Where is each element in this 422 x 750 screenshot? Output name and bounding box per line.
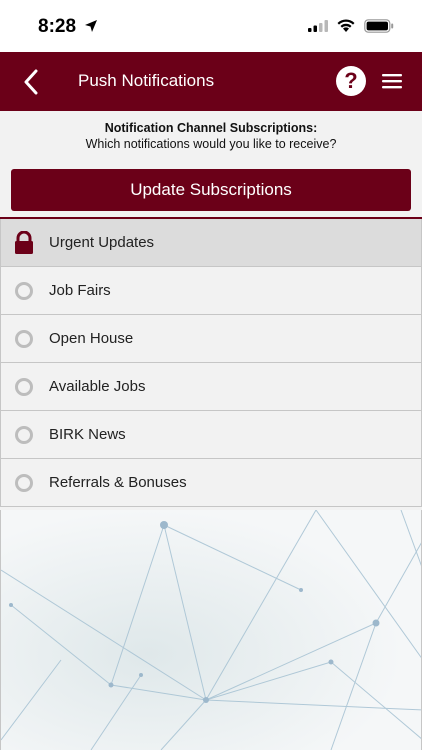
radio-icon[interactable] [12,279,36,303]
chevron-left-icon [24,69,38,95]
network-lines-decoration [1,510,421,750]
radio-icon[interactable] [12,375,36,399]
network-background-graphic [0,510,422,750]
list-item-label: Urgent Updates [49,234,155,251]
list-item-urgent-updates: Urgent Updates [0,219,422,267]
wifi-icon [337,19,355,32]
location-arrow-icon [85,20,97,32]
list-item-label: BIRK News [49,426,126,443]
status-time: 8:28 [38,16,77,37]
battery-icon [364,19,394,33]
intro-subtitle: Which notifications would you like to re… [85,137,337,151]
radio-icon[interactable] [12,471,36,495]
list-item-birk-news[interactable]: BIRK News [0,411,422,459]
app-header: Push Notifications ? [0,52,422,111]
list-item-label: Available Jobs [49,378,146,395]
intro-section: Notification Channel Subscriptions: Whic… [0,121,422,152]
update-subscriptions-button[interactable]: Update Subscriptions [11,169,411,211]
intro-title: Notification Channel Subscriptions: [104,121,318,135]
lock-icon [15,231,33,254]
question-circle-icon: ? [344,68,358,93]
back-button[interactable] [14,64,48,100]
signal-icon [308,20,328,32]
list-item-label: Referrals & Bonuses [49,474,187,491]
menu-button[interactable] [380,68,404,94]
status-bar: 8:28 [0,0,422,52]
subscription-list: Urgent Updates Job Fairs Open House Avai… [0,217,422,507]
list-item-label: Open House [49,330,134,347]
hamburger-menu-icon [382,74,402,89]
help-button[interactable]: ? [336,66,366,96]
radio-icon[interactable] [12,423,36,447]
list-item-job-fairs[interactable]: Job Fairs [0,267,422,315]
page-title: Push Notifications [78,71,215,90]
list-item-open-house[interactable]: Open House [0,315,422,363]
radio-icon[interactable] [12,327,36,351]
list-item-available-jobs[interactable]: Available Jobs [0,363,422,411]
list-item-referrals-bonuses[interactable]: Referrals & Bonuses [0,459,422,507]
list-item-label: Job Fairs [49,282,111,299]
